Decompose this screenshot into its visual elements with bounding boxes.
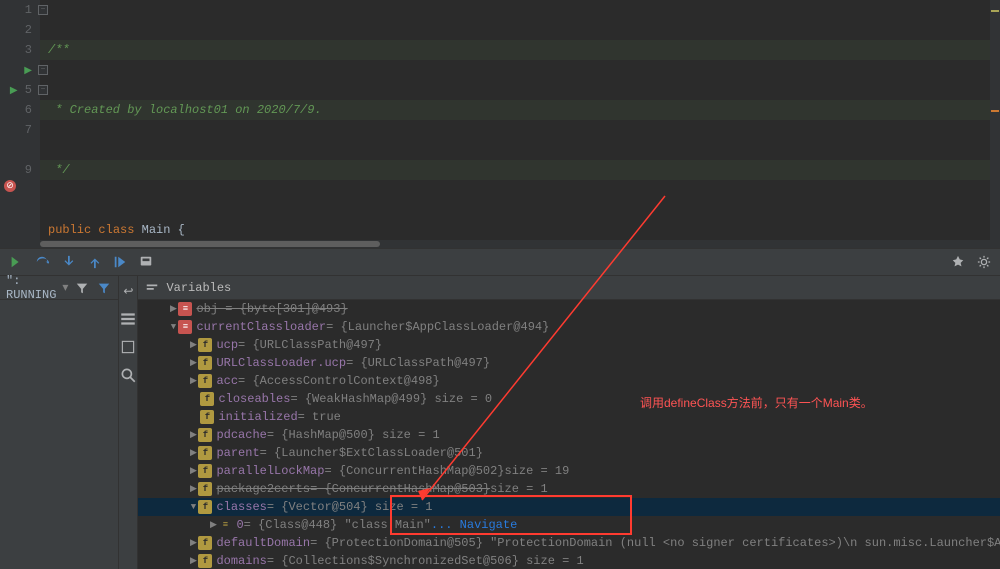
line-number: 2 — [0, 20, 32, 40]
var-row[interactable]: ▶fdefaultDomain = {ProtectionDomain@505}… — [138, 534, 1000, 552]
settings-small-icon[interactable] — [96, 280, 112, 296]
var-row[interactable]: ▶fparallelLockMap = {ConcurrentHashMap@5… — [138, 462, 1000, 480]
step-out-icon[interactable] — [86, 254, 102, 270]
var-row[interactable]: ▶fucp = {URLClassPath@497} — [138, 336, 1000, 354]
annotation-text: 调用defineClass方法前，只有一个Main类。 — [640, 394, 873, 411]
filter-icon[interactable] — [74, 280, 90, 296]
dropdown-arrow-icon[interactable]: ▾ — [62, 280, 68, 295]
var-row[interactable]: ▶fdomains = {Collections$SynchronizedSet… — [138, 552, 1000, 569]
frames-dropdown[interactable]: ": RUNNING — [6, 274, 56, 302]
line-number: 3 — [0, 40, 32, 60]
line-number: 7 — [0, 120, 32, 140]
fold-toggle[interactable]: − — [38, 5, 48, 15]
frames-panel: ": RUNNING ▾ — [0, 276, 118, 569]
error-gutter-icon[interactable]: ⊘ — [4, 180, 16, 192]
debug-side-toolbar: ↩ — [118, 276, 138, 569]
line-number: 6 — [0, 100, 32, 120]
threads-icon[interactable] — [119, 310, 137, 328]
var-row[interactable]: ▶fURLClassLoader.ucp = {URLClassPath@497… — [138, 354, 1000, 372]
code-area[interactable]: /** * Created by localhost01 on 2020/7/9… — [40, 0, 1000, 240]
editor-gutter: 1 2 3 ▶ ▶ 5 6 7 9 ⊘ − − − — [0, 0, 40, 240]
editor-vscroll[interactable] — [990, 0, 1000, 240]
run-to-cursor-icon[interactable] — [112, 254, 128, 270]
annotation-box — [390, 495, 632, 535]
fold-toggle[interactable]: − — [38, 65, 48, 75]
watches-icon[interactable] — [119, 366, 137, 384]
fold-toggle[interactable]: − — [38, 85, 48, 95]
line-number: 9 — [0, 160, 32, 180]
frames-list[interactable] — [0, 300, 118, 569]
code-editor[interactable]: 1 2 3 ▶ ▶ 5 6 7 9 ⊘ − − − /** * Created … — [0, 0, 1000, 240]
var-row[interactable]: ▶fpdcache = {HashMap@500} size = 1 — [138, 426, 1000, 444]
var-row[interactable]: ▶≡obj = {byte[301]@493} — [138, 300, 1000, 318]
variables-title: Variables — [166, 281, 231, 295]
editor-hscroll[interactable] — [0, 240, 1000, 248]
step-into-icon[interactable] — [60, 254, 76, 270]
run-gutter-icon[interactable]: ▶ — [24, 66, 32, 77]
debug-toolbar — [0, 248, 1000, 276]
settings-icon[interactable] — [976, 254, 992, 270]
line-number — [0, 140, 32, 160]
evaluate-icon[interactable] — [138, 254, 154, 270]
line-number: 1 — [0, 0, 32, 20]
var-row[interactable]: ▶facc = {AccessControlContext@498} — [138, 372, 1000, 390]
rerun-icon[interactable] — [8, 254, 24, 270]
run-gutter-icon[interactable]: ▶ — [10, 86, 18, 97]
step-over-icon[interactable] — [34, 254, 50, 270]
restore-layout-icon[interactable]: ↩ — [119, 282, 137, 300]
var-row[interactable]: ▼≡currentClassloader = {Launcher$AppClas… — [138, 318, 1000, 336]
pin-icon[interactable] — [950, 254, 966, 270]
memory-icon[interactable] — [119, 338, 137, 356]
var-row[interactable]: ▶fparent = {Launcher$ExtClassLoader@501} — [138, 444, 1000, 462]
variables-icon — [144, 280, 160, 296]
